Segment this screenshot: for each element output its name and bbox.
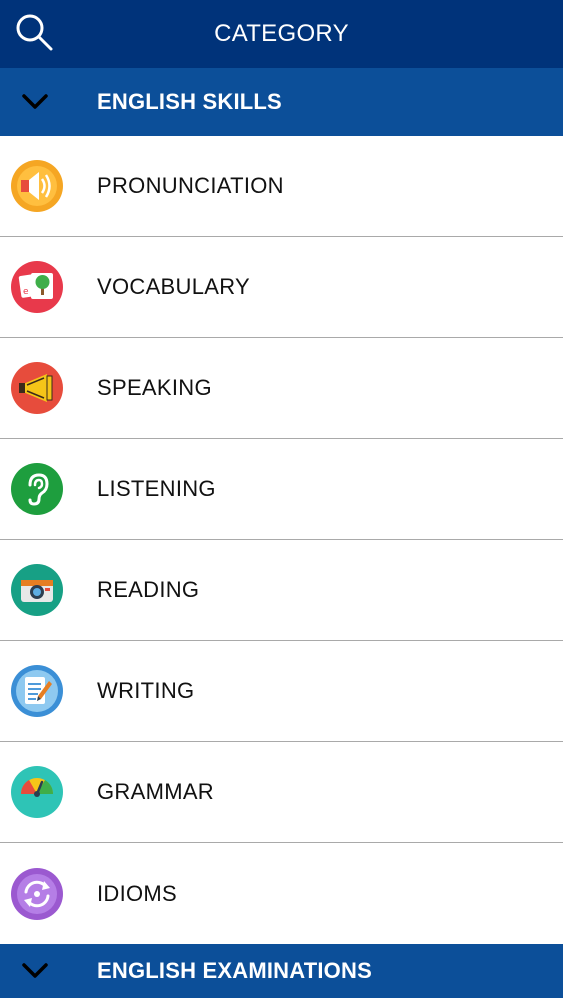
list-item-grammar[interactable]: GRAMMAR <box>0 742 563 843</box>
item-label: IDIOMS <box>97 880 178 906</box>
list-item-vocabulary[interactable]: e VOCABULARY <box>0 237 563 338</box>
svg-text:e: e <box>23 287 29 297</box>
item-label: READING <box>97 577 200 602</box>
chevron-down-icon <box>0 68 70 136</box>
ear-icon <box>11 463 63 515</box>
gauge-icon <box>11 766 63 818</box>
speaker-icon <box>11 160 63 212</box>
chevron-down-icon <box>0 944 70 998</box>
search-button[interactable] <box>12 10 56 54</box>
item-label: GRAMMAR <box>97 779 214 804</box>
camera-icon <box>11 564 63 616</box>
item-label: PRONUNCIATION <box>97 173 284 198</box>
section-label: ENGLISH SKILLS <box>97 89 282 114</box>
category-list: PRONUNCIATION e VOCABULARY SPEAKING LIST… <box>0 136 563 944</box>
refresh-icon <box>11 867 63 920</box>
section-header-english-skills[interactable]: ENGLISH SKILLS <box>0 68 563 136</box>
item-label: VOCABULARY <box>97 274 250 299</box>
section-label: ENGLISH EXAMINATIONS <box>97 958 372 983</box>
list-item-writing[interactable]: WRITING <box>0 641 563 742</box>
section-header-english-examinations[interactable]: ENGLISH EXAMINATIONS <box>0 944 563 998</box>
list-item-reading[interactable]: READING <box>0 540 563 641</box>
megaphone-icon <box>11 362 63 414</box>
list-item-listening[interactable]: LISTENING <box>0 439 563 540</box>
top-bar: CATEGORY <box>0 0 563 68</box>
flashcards-icon: e <box>11 261 63 313</box>
page-title: CATEGORY <box>214 20 349 47</box>
item-label: SPEAKING <box>97 375 212 400</box>
list-item-idioms[interactable]: IDIOMS <box>0 843 563 944</box>
item-label: LISTENING <box>97 476 216 501</box>
list-item-pronunciation[interactable]: PRONUNCIATION <box>0 136 563 237</box>
notepad-pencil-icon <box>11 665 63 717</box>
list-item-speaking[interactable]: SPEAKING <box>0 338 563 439</box>
item-label: WRITING <box>97 678 195 703</box>
search-icon <box>16 14 53 51</box>
